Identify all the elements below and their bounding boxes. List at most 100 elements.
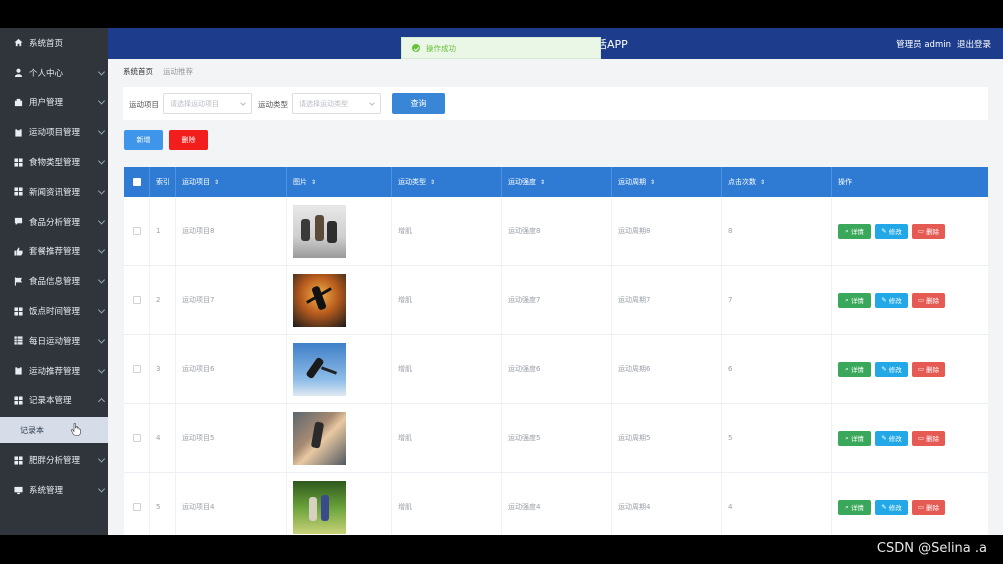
column-header-type[interactable]: 运动类型 ⇕: [392, 167, 502, 197]
sidebar-item-label: 食品分析管理: [29, 217, 81, 228]
sort-icon[interactable]: ⇕: [430, 179, 435, 186]
sidebar-item-label: 套餐推荐管理: [29, 247, 81, 258]
column-header-item[interactable]: 运动项目 ⇕: [176, 167, 287, 197]
sidebar-item-meal-recommend[interactable]: 套餐推荐管理: [0, 237, 108, 267]
sport-item-label: 运动项目: [129, 100, 159, 109]
chevron-down-icon: [97, 187, 106, 195]
sidebar-item-news[interactable]: 新闻资讯管理: [0, 177, 108, 207]
clipboard-icon: [14, 366, 23, 375]
sport-item-select[interactable]: 请选择运动项目: [163, 93, 252, 114]
toast-message: 操作成功: [426, 43, 456, 53]
sport-type-select[interactable]: 请选择运动类型: [292, 93, 381, 114]
query-button[interactable]: 查询: [392, 93, 445, 114]
sort-icon[interactable]: ⇕: [311, 179, 316, 186]
sidebar-item-label: 系统管理: [29, 486, 64, 497]
row-select-cell: [124, 335, 150, 403]
detail-button[interactable]: ⌕ 详情: [838, 361, 871, 377]
sidebar: 系统首页 个人中心 用户管理 运动项目管理 食物类型管理 新闻资讯管理 食品分析…: [0, 28, 108, 535]
table-row: 4 运动项目5 增肌 运动强度5 运动周期5 5 ⌕ 详情 ✎ 修改 ▭ 删除: [124, 404, 988, 473]
item-cell: 运动项目7: [176, 266, 287, 334]
sidebar-item-obesity-analysis[interactable]: 肥胖分析管理: [0, 445, 108, 475]
detail-button[interactable]: ⌕ 详情: [838, 223, 871, 239]
home-icon: [14, 38, 23, 47]
sidebar-subitem-notebook[interactable]: 记录本: [0, 417, 108, 444]
sidebar-item-label: 运动项目管理: [29, 128, 81, 139]
intensity-cell: 运动强度6: [502, 335, 612, 403]
delete-button[interactable]: ▭ 删除: [912, 430, 945, 446]
sort-icon[interactable]: ⇕: [214, 179, 219, 186]
check-circle-icon: [412, 44, 420, 52]
cycle-cell: 运动周期8: [612, 197, 722, 265]
sidebar-item-food-info[interactable]: 食品信息管理: [0, 266, 108, 296]
column-header-intensity[interactable]: 运动强度 ⇕: [502, 167, 612, 197]
edit-button[interactable]: ✎ 修改: [875, 361, 908, 377]
sort-icon[interactable]: ⇕: [540, 179, 545, 186]
row-select-cell: [124, 404, 150, 472]
chevron-up-icon: [97, 398, 106, 406]
sidebar-item-sport-recommend[interactable]: 运动推荐管理: [0, 356, 108, 386]
sport-photo: [293, 204, 346, 258]
add-button[interactable]: 新增: [124, 130, 163, 150]
logout-link[interactable]: 退出登录: [957, 38, 991, 50]
sidebar-item-label: 用户管理: [29, 98, 64, 109]
sidebar-item-profile[interactable]: 个人中心: [0, 58, 108, 88]
edit-icon: ✎: [881, 434, 889, 442]
row-checkbox[interactable]: [132, 365, 141, 373]
sidebar-item-meal-time[interactable]: 饭点时间管理: [0, 296, 108, 326]
sidebar-subitem-label: 记录本: [20, 425, 44, 435]
actions-cell: ⌕ 详情 ✎ 修改 ▭ 删除: [832, 473, 988, 535]
detail-button[interactable]: ⌕ 详情: [838, 430, 871, 446]
user-icon: [14, 68, 23, 78]
chevron-down-icon: [97, 68, 106, 76]
row-checkbox[interactable]: [132, 296, 141, 304]
sidebar-item-users[interactable]: 用户管理: [0, 88, 108, 118]
sort-icon[interactable]: ⇕: [650, 179, 655, 186]
column-header-image[interactable]: 图片 ⇕: [287, 167, 392, 197]
row-select-cell: [124, 197, 150, 265]
sport-item-placeholder: 请选择运动项目: [170, 99, 219, 108]
sidebar-item-home[interactable]: 系统首页: [0, 28, 108, 58]
cycle-cell: 运动周期6: [612, 335, 722, 403]
item-cell: 运动项目8: [176, 197, 287, 265]
delete-button[interactable]: ▭ 删除: [912, 361, 945, 377]
sport-photo: [293, 273, 346, 327]
index-cell: 4: [150, 404, 176, 472]
column-header-clicks[interactable]: 点击次数 ⇕: [722, 167, 832, 197]
chevron-down-icon: [97, 127, 106, 135]
edit-button[interactable]: ✎ 修改: [875, 430, 908, 446]
row-checkbox[interactable]: [132, 503, 141, 511]
index-cell: 2: [150, 266, 176, 334]
select-all-checkbox[interactable]: [132, 178, 141, 186]
sidebar-item-label: 饭点时间管理: [29, 307, 81, 318]
edit-button[interactable]: ✎ 修改: [875, 292, 908, 308]
chevron-down-icon: [97, 157, 106, 165]
breadcrumb-home[interactable]: 系统首页: [123, 66, 153, 77]
delete-button[interactable]: ▭ 删除: [912, 499, 945, 515]
edit-button[interactable]: ✎ 修改: [875, 223, 908, 239]
sidebar-item-system[interactable]: 系统管理: [0, 475, 108, 505]
row-checkbox[interactable]: [132, 227, 141, 235]
sidebar-item-food-types[interactable]: 食物类型管理: [0, 147, 108, 177]
sidebar-item-food-analysis[interactable]: 食品分析管理: [0, 207, 108, 237]
column-header-cycle[interactable]: 运动周期 ⇕: [612, 167, 722, 197]
sidebar-item-daily-sport[interactable]: 每日运动管理: [0, 326, 108, 356]
sort-icon[interactable]: ⇕: [760, 179, 765, 186]
edit-button[interactable]: ✎ 修改: [875, 499, 908, 515]
sidebar-item-notebook[interactable]: 记录本管理: [0, 386, 108, 416]
row-checkbox[interactable]: [132, 434, 141, 442]
delete-button[interactable]: ▭ 删除: [912, 223, 945, 239]
chevron-down-icon: [97, 246, 106, 255]
edit-icon: ✎: [881, 227, 889, 235]
pointer-cursor-icon: [71, 423, 81, 437]
detail-button[interactable]: ⌕ 详情: [838, 292, 871, 308]
table-row: 3 运动项目6 增肌 运动强度6 运动周期6 6 ⌕ 详情 ✎ 修改 ▭ 删除: [124, 335, 988, 404]
batch-delete-button[interactable]: 删除: [169, 130, 208, 150]
type-cell: 增肌: [392, 335, 502, 403]
sidebar-item-label: 个人中心: [29, 68, 64, 79]
type-cell: 增肌: [392, 197, 502, 265]
delete-button[interactable]: ▭ 删除: [912, 292, 945, 308]
detail-button[interactable]: ⌕ 详情: [838, 499, 871, 515]
intensity-cell: 运动强度8: [502, 197, 612, 265]
sidebar-item-sport-projects[interactable]: 运动项目管理: [0, 117, 108, 147]
top-letterbox: [0, 0, 1003, 28]
